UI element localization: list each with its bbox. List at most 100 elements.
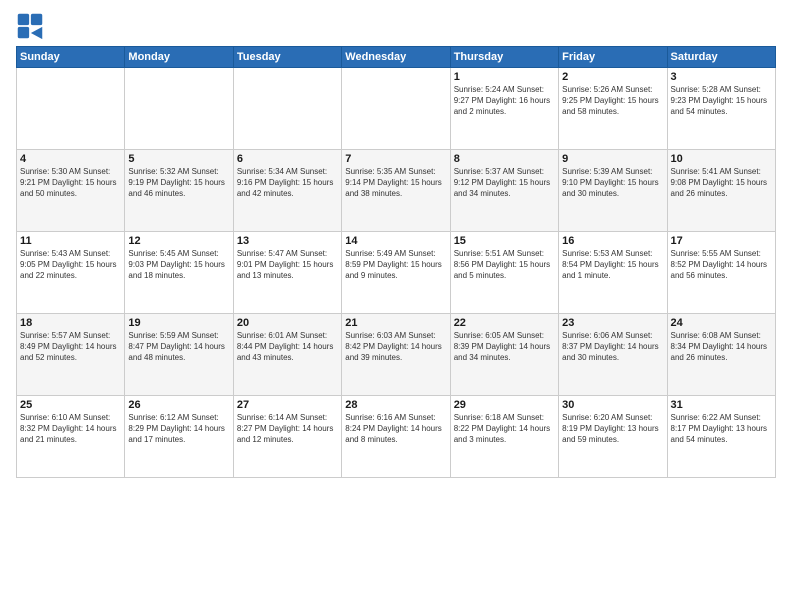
day-number: 28 — [345, 399, 446, 411]
weekday-header: Thursday — [450, 47, 558, 68]
calendar-cell: 1 Sunrise: 5:24 AM Sunset: 9:27 PM Daylig… — [450, 68, 558, 150]
day-detail: Sunrise: 6:08 AM Sunset: 8:34 PM Dayligh… — [671, 331, 772, 363]
day-number: 9 — [562, 153, 663, 165]
calendar-cell: 15 Sunrise: 5:51 AM Sunset: 8:56 PM Dayli… — [450, 232, 558, 314]
day-detail: Sunrise: 6:22 AM Sunset: 8:17 PM Dayligh… — [671, 413, 772, 445]
calendar-cell: 29 Sunrise: 6:18 AM Sunset: 8:22 PM Dayli… — [450, 396, 558, 478]
day-detail: Sunrise: 6:20 AM Sunset: 8:19 PM Dayligh… — [562, 413, 663, 445]
day-detail: Sunrise: 6:01 AM Sunset: 8:44 PM Dayligh… — [237, 331, 338, 363]
calendar-cell: 10Sunrise: 5:41 AM Sunset: 9:08 PM Dayli… — [667, 150, 775, 232]
day-detail: Sunrise: 5:32 AM Sunset: 9:19 PM Dayligh… — [128, 167, 229, 199]
calendar-table: SundayMondayTuesdayWednesdayThursdayFrid… — [16, 46, 776, 478]
day-detail: Sunrise: 5:45 AM Sunset: 9:03 PM Dayligh… — [128, 249, 229, 281]
calendar-cell — [125, 68, 233, 150]
weekday-header: Wednesday — [342, 47, 450, 68]
day-number: 19 — [128, 317, 229, 329]
day-detail: Sunrise: 5:24 AM Sunset: 9:27 PM Dayligh… — [454, 85, 555, 117]
calendar-cell — [233, 68, 341, 150]
calendar-cell: 21 Sunrise: 6:03 AM Sunset: 8:42 PM Dayli… — [342, 314, 450, 396]
day-detail: Sunrise: 6:10 AM Sunset: 8:32 PM Dayligh… — [20, 413, 121, 445]
calendar-cell: 8Sunrise: 5:37 AM Sunset: 9:12 PM Daylig… — [450, 150, 558, 232]
day-detail: Sunrise: 5:30 AM Sunset: 9:21 PM Dayligh… — [20, 167, 121, 199]
day-number: 13 — [237, 235, 338, 247]
day-number: 26 — [128, 399, 229, 411]
calendar-cell: 12 Sunrise: 5:45 AM Sunset: 9:03 PM Dayli… — [125, 232, 233, 314]
calendar-cell: 23Sunrise: 6:06 AM Sunset: 8:37 PM Dayli… — [559, 314, 667, 396]
calendar-cell: 19 Sunrise: 5:59 AM Sunset: 8:47 PM Dayli… — [125, 314, 233, 396]
day-number: 15 — [454, 235, 555, 247]
logo — [16, 12, 48, 40]
day-detail: Sunrise: 6:16 AM Sunset: 8:24 PM Dayligh… — [345, 413, 446, 445]
calendar-cell: 20 Sunrise: 6:01 AM Sunset: 8:44 PM Dayli… — [233, 314, 341, 396]
calendar-cell: 17 Sunrise: 5:55 AM Sunset: 8:52 PM Dayli… — [667, 232, 775, 314]
day-number: 20 — [237, 317, 338, 329]
calendar-cell: 2 Sunrise: 5:26 AM Sunset: 9:25 PM Daylig… — [559, 68, 667, 150]
day-detail: Sunrise: 5:53 AM Sunset: 8:54 PM Dayligh… — [562, 249, 663, 281]
day-number: 18 — [20, 317, 121, 329]
day-detail: Sunrise: 5:43 AM Sunset: 9:05 PM Dayligh… — [20, 249, 121, 281]
day-detail: Sunrise: 6:18 AM Sunset: 8:22 PM Dayligh… — [454, 413, 555, 445]
day-detail: Sunrise: 5:59 AM Sunset: 8:47 PM Dayligh… — [128, 331, 229, 363]
day-number: 31 — [671, 399, 772, 411]
day-detail: Sunrise: 5:57 AM Sunset: 8:49 PM Dayligh… — [20, 331, 121, 363]
weekday-header: Tuesday — [233, 47, 341, 68]
day-number: 27 — [237, 399, 338, 411]
day-detail: Sunrise: 5:39 AM Sunset: 9:10 PM Dayligh… — [562, 167, 663, 199]
day-detail: Sunrise: 5:49 AM Sunset: 8:59 PM Dayligh… — [345, 249, 446, 281]
weekday-header: Friday — [559, 47, 667, 68]
day-number: 2 — [562, 71, 663, 83]
calendar-cell: 26 Sunrise: 6:12 AM Sunset: 8:29 PM Dayli… — [125, 396, 233, 478]
day-detail: Sunrise: 5:35 AM Sunset: 9:14 PM Dayligh… — [345, 167, 446, 199]
day-number: 4 — [20, 153, 121, 165]
day-number: 17 — [671, 235, 772, 247]
weekday-header: Monday — [125, 47, 233, 68]
calendar-cell — [17, 68, 125, 150]
day-detail: Sunrise: 5:28 AM Sunset: 9:23 PM Dayligh… — [671, 85, 772, 117]
calendar-cell: 30 Sunrise: 6:20 AM Sunset: 8:19 PM Dayli… — [559, 396, 667, 478]
day-number: 1 — [454, 71, 555, 83]
day-number: 25 — [20, 399, 121, 411]
day-detail: Sunrise: 5:26 AM Sunset: 9:25 PM Dayligh… — [562, 85, 663, 117]
calendar-cell: 11 Sunrise: 5:43 AM Sunset: 9:05 PM Dayli… — [17, 232, 125, 314]
day-detail: Sunrise: 6:12 AM Sunset: 8:29 PM Dayligh… — [128, 413, 229, 445]
day-detail: Sunrise: 6:03 AM Sunset: 8:42 PM Dayligh… — [345, 331, 446, 363]
calendar-cell: 4 Sunrise: 5:30 AM Sunset: 9:21 PM Daylig… — [17, 150, 125, 232]
day-number: 6 — [237, 153, 338, 165]
day-number: 8 — [454, 153, 555, 165]
day-detail: Sunrise: 6:05 AM Sunset: 8:39 PM Dayligh… — [454, 331, 555, 363]
calendar-cell: 28 Sunrise: 6:16 AM Sunset: 8:24 PM Dayli… — [342, 396, 450, 478]
day-number: 7 — [345, 153, 446, 165]
calendar-cell: 9 Sunrise: 5:39 AM Sunset: 9:10 PM Daylig… — [559, 150, 667, 232]
day-number: 24 — [671, 317, 772, 329]
day-number: 5 — [128, 153, 229, 165]
day-number: 21 — [345, 317, 446, 329]
day-number: 16 — [562, 235, 663, 247]
day-number: 12 — [128, 235, 229, 247]
day-detail: Sunrise: 5:55 AM Sunset: 8:52 PM Dayligh… — [671, 249, 772, 281]
calendar-cell: 5 Sunrise: 5:32 AM Sunset: 9:19 PM Daylig… — [125, 150, 233, 232]
day-detail: Sunrise: 5:51 AM Sunset: 8:56 PM Dayligh… — [454, 249, 555, 281]
calendar-cell: 18 Sunrise: 5:57 AM Sunset: 8:49 PM Dayli… — [17, 314, 125, 396]
calendar-cell: 24 Sunrise: 6:08 AM Sunset: 8:34 PM Dayli… — [667, 314, 775, 396]
calendar-cell: 16 Sunrise: 5:53 AM Sunset: 8:54 PM Dayli… — [559, 232, 667, 314]
day-number: 22 — [454, 317, 555, 329]
day-detail: Sunrise: 5:47 AM Sunset: 9:01 PM Dayligh… — [237, 249, 338, 281]
day-number: 14 — [345, 235, 446, 247]
header — [16, 12, 776, 40]
calendar-cell: 31 Sunrise: 6:22 AM Sunset: 8:17 PM Dayli… — [667, 396, 775, 478]
calendar-cell: 14 Sunrise: 5:49 AM Sunset: 8:59 PM Dayli… — [342, 232, 450, 314]
weekday-header: Sunday — [17, 47, 125, 68]
calendar-cell: 7 Sunrise: 5:35 AM Sunset: 9:14 PM Daylig… — [342, 150, 450, 232]
day-number: 3 — [671, 71, 772, 83]
calendar-cell: 22 Sunrise: 6:05 AM Sunset: 8:39 PM Dayli… — [450, 314, 558, 396]
day-detail: Sunrise: 5:41 AM Sunset: 9:08 PM Dayligh… — [671, 167, 772, 199]
calendar-cell: 25 Sunrise: 6:10 AM Sunset: 8:32 PM Dayli… — [17, 396, 125, 478]
day-number: 23 — [562, 317, 663, 329]
calendar-cell — [342, 68, 450, 150]
day-number: 29 — [454, 399, 555, 411]
calendar-cell: 27Sunrise: 6:14 AM Sunset: 8:27 PM Dayli… — [233, 396, 341, 478]
day-number: 11 — [20, 235, 121, 247]
day-number: 30 — [562, 399, 663, 411]
calendar-cell: 6Sunrise: 5:34 AM Sunset: 9:16 PM Daylig… — [233, 150, 341, 232]
calendar-cell: 13 Sunrise: 5:47 AM Sunset: 9:01 PM Dayli… — [233, 232, 341, 314]
